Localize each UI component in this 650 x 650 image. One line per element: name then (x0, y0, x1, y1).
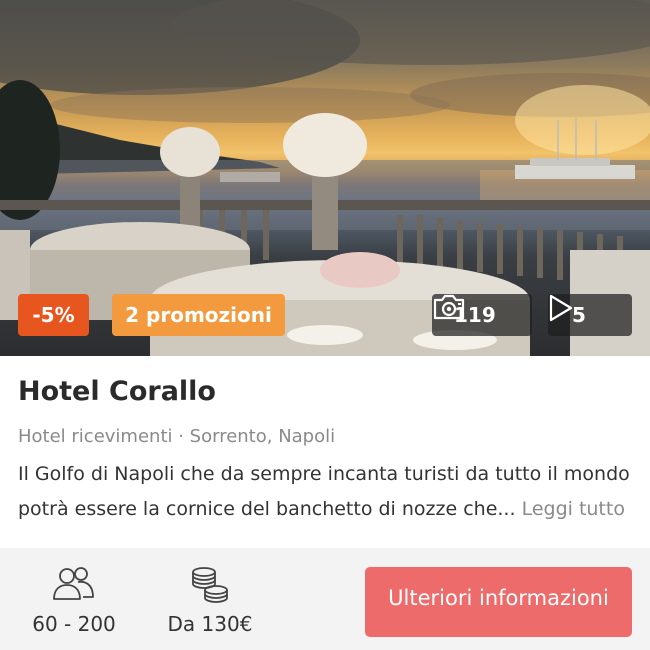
promotions-badge[interactable]: 2 promozioni (112, 294, 285, 336)
capacity-value: 60 - 200 (32, 612, 116, 636)
capacity-stat: 60 - 200 (18, 548, 130, 650)
venue-name[interactable]: Hotel Corallo (18, 376, 216, 407)
price-stat: Da 130€ (158, 548, 262, 650)
read-more-link[interactable]: Leggi tutto (522, 498, 625, 520)
price-value: Da 130€ (167, 612, 253, 636)
venue-description: Il Golfo di Napoli che da sempre incanta… (18, 457, 638, 527)
discount-badge: -5% (18, 294, 89, 336)
venue-footer: 60 - 200 Da 130€ Ulteriori informazioni (0, 548, 650, 650)
videos-counter[interactable]: 5 (548, 294, 632, 336)
photos-counter[interactable]: 119 (432, 294, 532, 336)
venue-meta: Hotel ricevimenti · Sorrento, Napoli (18, 426, 336, 447)
videos-count: 5 (572, 303, 586, 327)
venue-photo[interactable]: -5% 2 promozioni 119 5 (0, 0, 650, 356)
guests-icon (51, 566, 97, 606)
more-info-button[interactable]: Ulteriori informazioni (365, 567, 632, 637)
coins-icon (190, 566, 230, 608)
